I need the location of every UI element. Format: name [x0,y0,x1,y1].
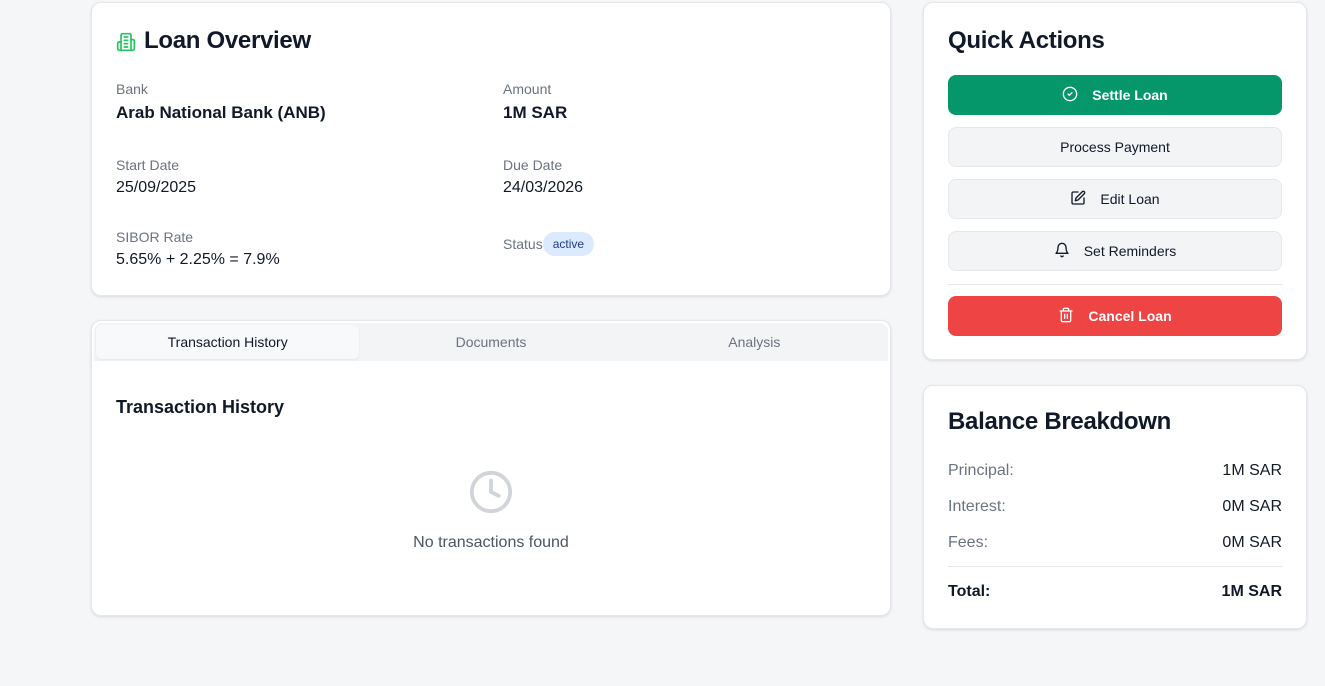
building-icon [116,31,136,52]
start-date-label: Start Date [116,157,180,173]
total-label: Total: [948,583,991,600]
bell-icon [1054,242,1070,261]
clock-icon [468,469,514,520]
tabs-card: Transaction History Documents Analysis T… [91,320,891,616]
due-date-value: 24/03/2026 [503,179,584,196]
cancel-loan-label: Cancel Loan [1088,308,1172,324]
divider [948,284,1282,285]
settle-loan-button[interactable]: Settle Loan [948,75,1282,115]
principal-row: Principal: 1M SAR [948,462,1282,480]
fees-value: 0M SAR [1222,534,1282,551]
empty-state: No transactions found [92,469,890,552]
cancel-loan-button[interactable]: Cancel Loan [948,296,1282,336]
status-label: Status [503,236,543,252]
sibor-label: SIBOR Rate [116,229,194,245]
tab-transaction-history[interactable]: Transaction History [96,325,360,359]
divider [948,566,1282,567]
loan-overview-header: Loan Overview [116,27,311,55]
edit-loan-button[interactable]: Edit Loan [948,179,1282,219]
interest-label: Interest: [948,498,1006,515]
sibor-value: 5.65% + 2.25% = 7.9% [116,251,280,268]
amount-value: 1M SAR [503,103,568,122]
start-date-field: Start Date 25/09/2025 [116,157,196,197]
process-payment-button[interactable]: Process Payment [948,127,1282,167]
balance-breakdown-card: Balance Breakdown Principal: 1M SAR Inte… [923,385,1307,629]
set-reminders-button[interactable]: Set Reminders [948,231,1282,271]
interest-value: 0M SAR [1222,498,1282,515]
settle-loan-label: Settle Loan [1092,87,1168,103]
amount-label: Amount [503,81,552,97]
status-field: Status active [503,232,595,256]
transaction-history-title: Transaction History [116,397,285,417]
page-title: Loan Overview [144,27,311,54]
sibor-field: SIBOR Rate 5.65% + 2.25% = 7.9% [116,229,280,269]
edit-icon [1070,190,1086,209]
interest-row: Interest: 0M SAR [948,498,1282,516]
total-value: 1M SAR [1221,583,1282,600]
quick-actions-card: Quick Actions Settle Loan Process Paymen… [923,2,1307,360]
status-badge: active [542,232,595,256]
trash-icon [1058,307,1074,326]
loan-overview-card: Loan Overview Bank Arab National Bank (A… [91,2,891,296]
tab-analysis[interactable]: Analysis [623,325,886,359]
due-date-field: Due Date 24/03/2026 [503,157,583,197]
total-row: Total: 1M SAR [948,583,1282,601]
edit-loan-label: Edit Loan [1100,191,1160,207]
quick-actions-title: Quick Actions [948,27,1105,54]
tab-list: Transaction History Documents Analysis [94,323,888,361]
set-reminders-label: Set Reminders [1083,243,1177,259]
fees-row: Fees: 0M SAR [948,534,1282,552]
principal-value: 1M SAR [1222,462,1282,479]
principal-label: Principal: [948,462,1014,479]
tab-documents[interactable]: Documents [359,325,622,359]
bank-value: Arab National Bank (ANB) [116,103,326,122]
process-payment-label: Process Payment [1060,139,1170,155]
fees-label: Fees: [948,534,989,551]
bank-field: Bank Arab National Bank (ANB) [116,81,326,123]
balance-breakdown-title: Balance Breakdown [948,408,1171,435]
check-circle-icon [1062,86,1078,105]
bank-label: Bank [116,81,148,97]
amount-field: Amount 1M SAR [503,81,567,123]
start-date-value: 25/09/2025 [116,179,197,196]
empty-message: No transactions found [413,534,569,551]
due-date-label: Due Date [503,157,563,173]
